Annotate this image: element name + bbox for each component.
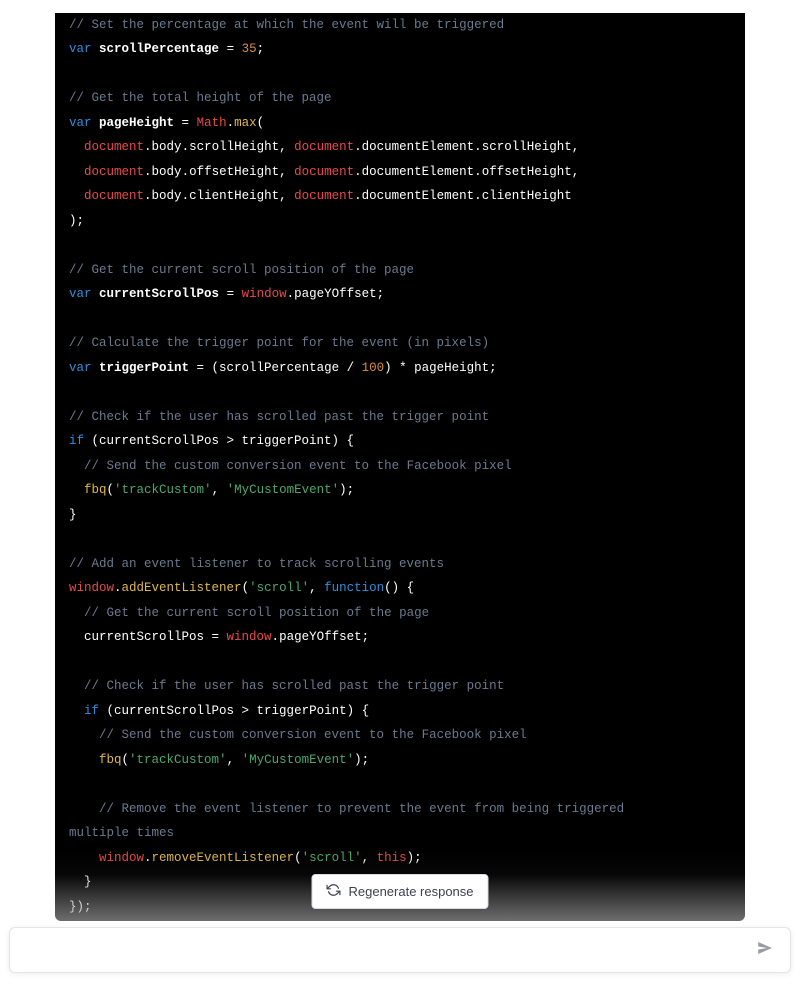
- chat-input[interactable]: [22, 940, 752, 959]
- code-comment: // Add an event listener to track scroll…: [69, 557, 444, 571]
- regenerate-label: Regenerate response: [348, 884, 473, 899]
- code-comment: // Check if the user has scrolled past t…: [69, 410, 489, 424]
- send-icon: [756, 939, 774, 960]
- send-button[interactable]: [752, 935, 778, 964]
- code-block: // Set the percentage at which the event…: [55, 13, 745, 921]
- regenerate-button[interactable]: Regenerate response: [311, 874, 488, 909]
- refresh-icon: [326, 883, 340, 900]
- code-comment: // Calculate the trigger point for the e…: [69, 336, 489, 350]
- code-comment: // Get the current scroll position of th…: [69, 263, 414, 277]
- code-comment: // Get the current scroll position of th…: [84, 606, 429, 620]
- code-comment: // Set the percentage at which the event…: [69, 18, 504, 32]
- code-comment: // Send the custom conversion event to t…: [99, 728, 527, 742]
- code-comment: // Check if the user has scrolled past t…: [84, 679, 504, 693]
- chat-input-bar[interactable]: [9, 927, 791, 973]
- code-comment: // Send the custom conversion event to t…: [84, 459, 512, 473]
- code-comment: multiple times: [69, 826, 174, 840]
- code-comment: // Get the total height of the page: [69, 91, 332, 105]
- code-keyword: var: [69, 42, 92, 56]
- code-comment: // Remove the event listener to prevent …: [99, 802, 624, 816]
